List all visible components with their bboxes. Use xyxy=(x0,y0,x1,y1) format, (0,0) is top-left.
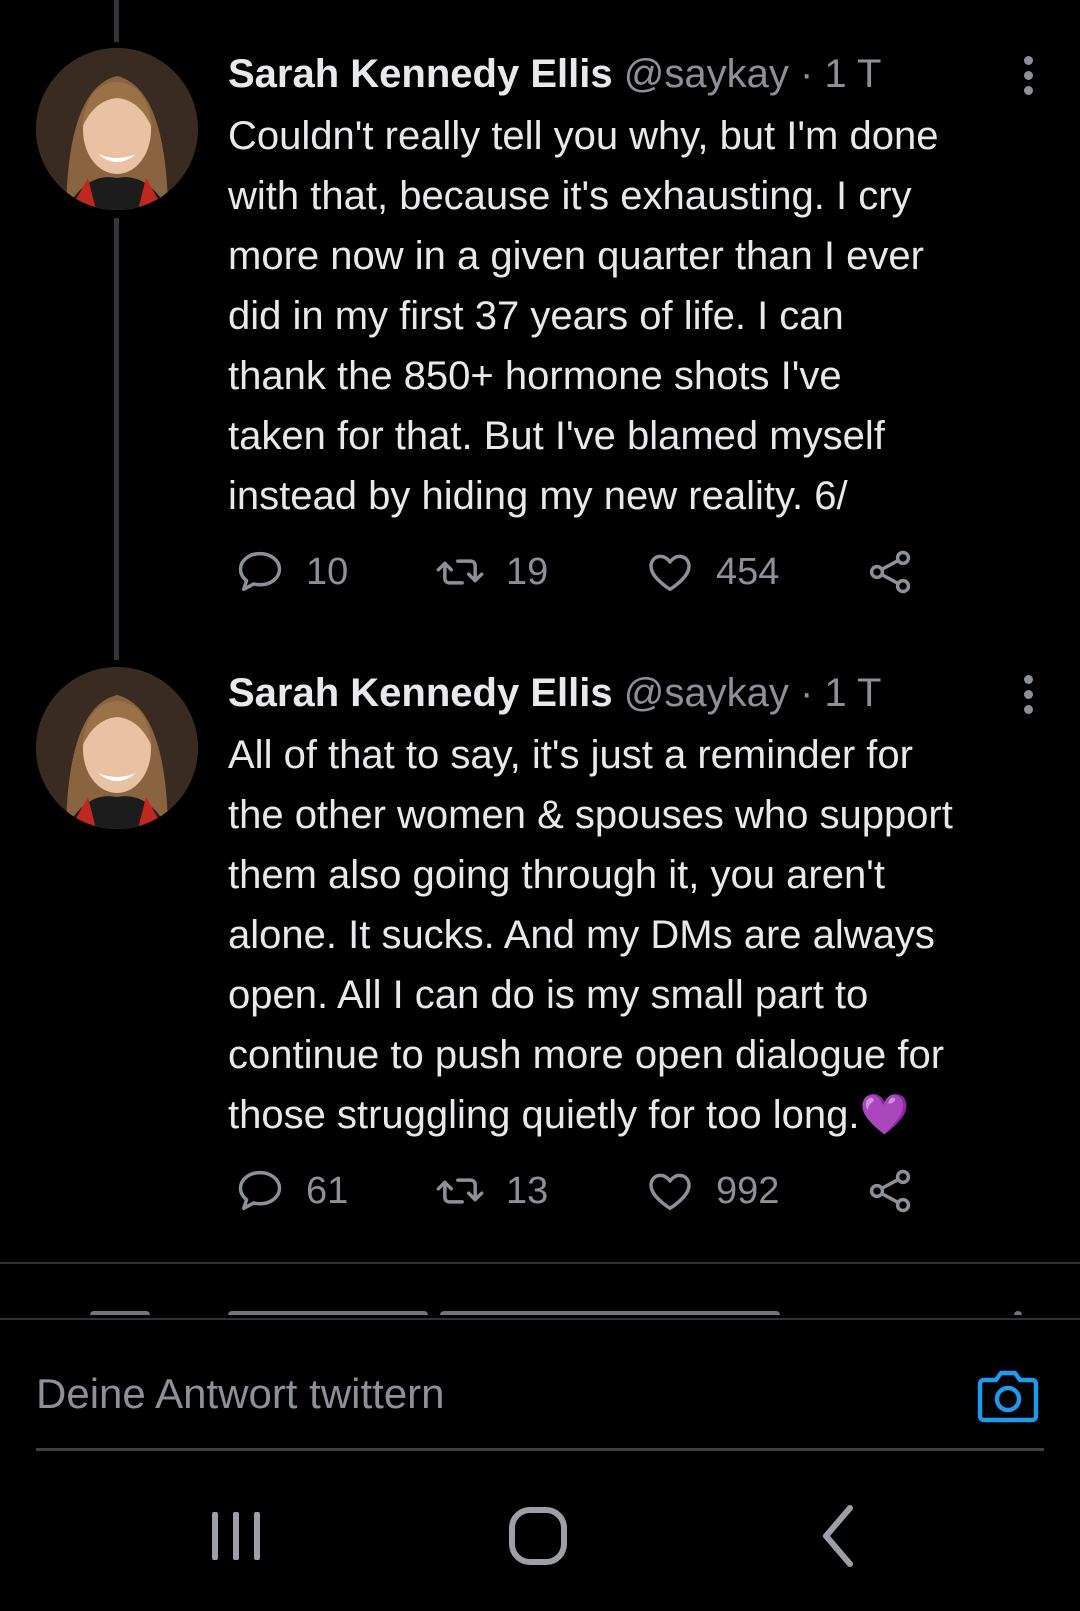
retweet-button[interactable]: 19 xyxy=(434,542,548,602)
tweet-divider xyxy=(0,1262,1080,1264)
heart-icon xyxy=(649,1173,691,1211)
tweet[interactable]: Sarah Kennedy Ellis @saykay · 1 T Couldn… xyxy=(0,48,1080,608)
retweet-button[interactable]: 13 xyxy=(434,1161,548,1221)
reply-count: 61 xyxy=(306,1169,349,1212)
share-button[interactable] xyxy=(864,1161,936,1221)
speech-bubble-icon xyxy=(238,551,282,592)
reply-underline xyxy=(36,1448,1044,1451)
tweet-actions: 10 19 454 xyxy=(228,542,928,602)
share-icon xyxy=(869,1169,911,1213)
timestamp[interactable]: 1 T xyxy=(824,671,881,715)
tweet-text: Couldn't really tell you why, but I'm do… xyxy=(228,114,939,518)
share-button[interactable] xyxy=(864,542,936,602)
author-name[interactable]: Sarah Kennedy Ellis xyxy=(228,671,613,715)
recents-icon[interactable] xyxy=(196,1496,276,1576)
retweet-count: 19 xyxy=(506,550,549,593)
tweet-body: Sarah Kennedy Ellis @saykay · 1 T All of… xyxy=(228,667,1040,1145)
avatar[interactable] xyxy=(36,667,198,829)
reply-button[interactable]: 61 xyxy=(234,1161,348,1221)
more-vertical-icon[interactable] xyxy=(1016,52,1040,96)
tweet-header: Sarah Kennedy Ellis @saykay · 1 T xyxy=(228,48,1040,100)
tweet-actions: 61 13 992 xyxy=(228,1161,928,1221)
author-handle[interactable]: @saykay xyxy=(624,671,789,715)
retweet-count: 13 xyxy=(506,1169,549,1212)
retweet-icon xyxy=(436,559,484,585)
avatar[interactable] xyxy=(36,48,198,210)
speech-bubble-icon xyxy=(238,1170,282,1211)
reply-button[interactable]: 10 xyxy=(234,542,348,602)
author-name[interactable]: Sarah Kennedy Ellis xyxy=(228,52,613,96)
purple-heart-emoji: 💜 xyxy=(859,1093,910,1137)
timestamp[interactable]: 1 T xyxy=(824,52,881,96)
retweet-icon xyxy=(436,1178,484,1204)
reply-composer xyxy=(0,1318,1080,1456)
home-icon[interactable] xyxy=(498,1496,578,1576)
heart-icon xyxy=(649,554,691,592)
reply-count: 10 xyxy=(306,550,349,593)
tweet[interactable]: Sarah Kennedy Ellis @saykay · 1 T All of… xyxy=(0,667,1080,1227)
tweet-body: Sarah Kennedy Ellis @saykay · 1 T Couldn… xyxy=(228,48,1040,526)
author-handle[interactable]: @saykay xyxy=(624,52,789,96)
separator-dot: · xyxy=(799,671,814,715)
next-tweet-peek xyxy=(0,1303,1080,1315)
system-nav-bar xyxy=(0,1456,1080,1611)
reply-input[interactable] xyxy=(36,1366,896,1422)
share-icon xyxy=(869,550,911,594)
like-button[interactable]: 454 xyxy=(644,542,779,602)
like-count: 454 xyxy=(716,550,780,593)
back-icon[interactable] xyxy=(800,1496,880,1576)
more-vertical-icon[interactable] xyxy=(1016,671,1040,715)
tweet-text-content: All of that to say, it's just a reminder… xyxy=(228,733,953,1137)
like-count: 992 xyxy=(716,1169,780,1212)
camera-icon[interactable] xyxy=(976,1366,1040,1424)
tweet-header: Sarah Kennedy Ellis @saykay · 1 T xyxy=(228,667,1040,719)
separator-dot: · xyxy=(799,52,814,96)
tweet-text: All of that to say, it's just a reminder… xyxy=(228,725,1040,1145)
thread-line-top xyxy=(114,0,119,42)
like-button[interactable]: 992 xyxy=(644,1161,779,1221)
